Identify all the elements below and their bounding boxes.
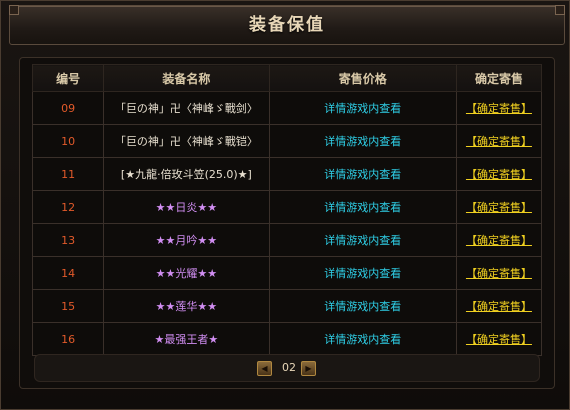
table-row: 09 「巨の神」卍〈神峰ゞ戰剑〉 详情游戏内查看 【确定寄售】 xyxy=(31,91,543,125)
confirm-consign-link[interactable]: 【确定寄售】 xyxy=(466,168,532,181)
header-equipment-name: 装备名称 xyxy=(103,64,270,92)
item-number: 16 xyxy=(31,322,105,356)
confirm-consign-link[interactable]: 【确定寄售】 xyxy=(466,300,532,313)
item-price: 详情游戏内查看 xyxy=(268,157,457,191)
page-number: 02 xyxy=(282,361,296,374)
confirm-consign-link[interactable]: 【确定寄售】 xyxy=(466,234,532,247)
window-title: 装备保值 xyxy=(249,15,325,35)
item-price: 详情游戏内查看 xyxy=(268,124,457,158)
table-header-row: 编号 装备名称 寄售价格 确定寄售 xyxy=(31,64,543,92)
item-name: ★★日炎★★ xyxy=(103,190,270,224)
title-bar: 装备保值 xyxy=(9,5,565,45)
item-number: 12 xyxy=(31,190,105,224)
table-row: 14 ★★光耀★★ 详情游戏内查看 【确定寄售】 xyxy=(31,256,543,290)
pagination-bar: ◀ 02 ▶ xyxy=(34,354,540,382)
item-number: 11 xyxy=(31,157,105,191)
confirm-consign-link[interactable]: 【确定寄售】 xyxy=(466,201,532,214)
item-name: ★★光耀★★ xyxy=(103,256,270,290)
confirm-consign-link[interactable]: 【确定寄售】 xyxy=(466,135,532,148)
item-name: [★九龍·倍玫斗笠(25.0)★] xyxy=(103,157,270,191)
table-row: 11 [★九龍·倍玫斗笠(25.0)★] 详情游戏内查看 【确定寄售】 xyxy=(31,157,543,191)
item-number: 10 xyxy=(31,124,105,158)
header-confirm: 确定寄售 xyxy=(455,64,543,92)
item-name: ★★莲华★★ xyxy=(103,289,270,323)
table-row: 13 ★★月吟★★ 详情游戏内查看 【确定寄售】 xyxy=(31,223,543,257)
item-price: 详情游戏内查看 xyxy=(268,190,457,224)
confirm-consign-link[interactable]: 【确定寄售】 xyxy=(466,102,532,115)
consignment-table: 编号 装备名称 寄售价格 确定寄售 09 「巨の神」卍〈神峰ゞ戰剑〉 详情游戏内… xyxy=(31,64,543,356)
item-number: 13 xyxy=(31,223,105,257)
item-price: 详情游戏内查看 xyxy=(268,223,457,257)
item-number: 14 xyxy=(31,256,105,290)
header-price: 寄售价格 xyxy=(268,64,457,92)
table-row: 16 ★最强王者★ 详情游戏内查看 【确定寄售】 xyxy=(31,322,543,356)
item-number: 09 xyxy=(31,91,105,125)
item-number: 15 xyxy=(31,289,105,323)
header-number: 编号 xyxy=(31,64,105,92)
item-name: ★★月吟★★ xyxy=(103,223,270,257)
item-price: 详情游戏内查看 xyxy=(268,289,457,323)
table-row: 10 「巨の神」卍〈神峰ゞ戰铠〉 详情游戏内查看 【确定寄售】 xyxy=(31,124,543,158)
table-row: 12 ★★日炎★★ 详情游戏内查看 【确定寄售】 xyxy=(31,190,543,224)
equipment-value-window: 装备保值 编号 装备名称 寄售价格 确定寄售 09 「巨の神」卍〈神峰ゞ戰剑〉 … xyxy=(0,0,570,410)
item-price: 详情游戏内查看 xyxy=(268,91,457,125)
item-name: 「巨の神」卍〈神峰ゞ戰铠〉 xyxy=(103,124,270,158)
prev-arrow-icon[interactable]: ◀ xyxy=(257,361,272,376)
consignment-panel: 编号 装备名称 寄售价格 确定寄售 09 「巨の神」卍〈神峰ゞ戰剑〉 详情游戏内… xyxy=(19,57,555,389)
item-price: 详情游戏内查看 xyxy=(268,256,457,290)
item-price: 详情游戏内查看 xyxy=(268,322,457,356)
confirm-consign-link[interactable]: 【确定寄售】 xyxy=(466,267,532,280)
next-arrow-icon[interactable]: ▶ xyxy=(301,361,316,376)
item-name: ★最强王者★ xyxy=(103,322,270,356)
table-row: 15 ★★莲华★★ 详情游戏内查看 【确定寄售】 xyxy=(31,289,543,323)
item-name: 「巨の神」卍〈神峰ゞ戰剑〉 xyxy=(103,91,270,125)
confirm-consign-link[interactable]: 【确定寄售】 xyxy=(466,333,532,346)
